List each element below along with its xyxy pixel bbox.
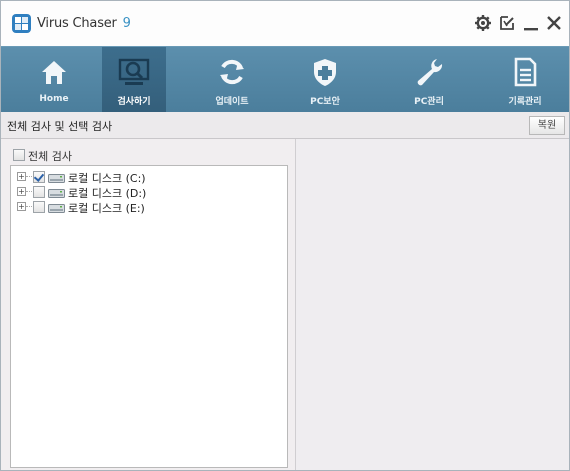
magnifier-icon	[118, 58, 150, 85]
section-title: 전체 검사 및 선택 검사	[7, 120, 113, 133]
close-icon[interactable]	[545, 14, 563, 32]
drive-e-label: 로컬 디스크 (E:)	[68, 202, 145, 215]
app-version: 9	[122, 16, 131, 31]
minimize-icon[interactable]	[522, 14, 540, 32]
scan-target-panel: 전체 검사 + 로컬 디스크 (C:) + 로컬 디스크 (D:) + 로컬 디…	[1, 139, 296, 470]
nav-item-home[interactable]: Home	[22, 47, 86, 112]
tree-item-drive-d[interactable]: + 로컬 디스크 (D:)	[11, 184, 281, 200]
expand-toggle-icon[interactable]: +	[17, 172, 26, 181]
document-icon	[514, 57, 537, 87]
drive-d-checkbox[interactable]	[33, 186, 45, 198]
full-scan-label: 전체 검사	[28, 150, 72, 163]
nav-item-pc-security[interactable]: PC보안	[293, 47, 357, 112]
gear-icon[interactable]	[474, 14, 492, 32]
tree-item-drive-e[interactable]: + 로컬 디스크 (E:)	[11, 199, 281, 215]
nav-item-pc-management[interactable]: PC관리	[397, 47, 461, 112]
app-logo-icon	[12, 14, 31, 33]
main-window: Virus Chaser 9 Home 검사하기 업데이트 PC보안 PC관리 …	[0, 0, 570, 471]
full-scan-checkbox[interactable]	[13, 149, 25, 161]
nav-item-scan[interactable]: 검사하기	[102, 47, 166, 112]
refresh-icon	[220, 59, 244, 85]
tree-connector	[26, 191, 32, 192]
expand-toggle-icon[interactable]: +	[17, 187, 26, 196]
drive-tree[interactable]: + 로컬 디스크 (C:) + 로컬 디스크 (D:) + 로컬 디스크 (E:…	[10, 165, 288, 468]
title-bar: Virus Chaser 9	[1, 1, 569, 46]
nav-item-history[interactable]: 기록관리	[493, 47, 557, 112]
drive-c-checkbox[interactable]	[33, 171, 45, 183]
home-icon	[42, 61, 66, 84]
nav-label-home: Home	[39, 94, 69, 104]
drive-e-checkbox[interactable]	[33, 201, 45, 213]
wrench-icon	[417, 59, 443, 86]
app-title: Virus Chaser 9	[37, 16, 131, 31]
nav-label-history: 기록관리	[508, 97, 542, 107]
nav-label-scan: 검사하기	[117, 97, 151, 107]
tree-connector	[26, 176, 32, 177]
nav-label-update: 업데이트	[215, 97, 249, 107]
restore-button[interactable]: 복원	[529, 116, 565, 135]
section-header: 전체 검사 및 선택 검사 복원	[1, 112, 569, 139]
nav-label-pc-security: PC보안	[310, 97, 340, 107]
nav-item-update[interactable]: 업데이트	[200, 47, 264, 112]
edit-note-icon[interactable]	[498, 14, 516, 32]
hard-drive-icon	[48, 204, 65, 213]
tree-item-drive-c[interactable]: + 로컬 디스크 (C:)	[11, 169, 281, 185]
expand-toggle-icon[interactable]: +	[17, 202, 26, 211]
shield-icon	[314, 59, 336, 86]
hard-drive-icon	[48, 189, 65, 198]
main-nav: Home 검사하기 업데이트 PC보안 PC관리 기록관리	[1, 46, 569, 112]
nav-label-pc-management: PC관리	[414, 97, 444, 107]
scan-detail-panel	[296, 139, 569, 470]
app-name: Virus Chaser	[37, 16, 117, 31]
tree-connector	[26, 206, 32, 207]
hard-drive-icon	[48, 174, 65, 183]
